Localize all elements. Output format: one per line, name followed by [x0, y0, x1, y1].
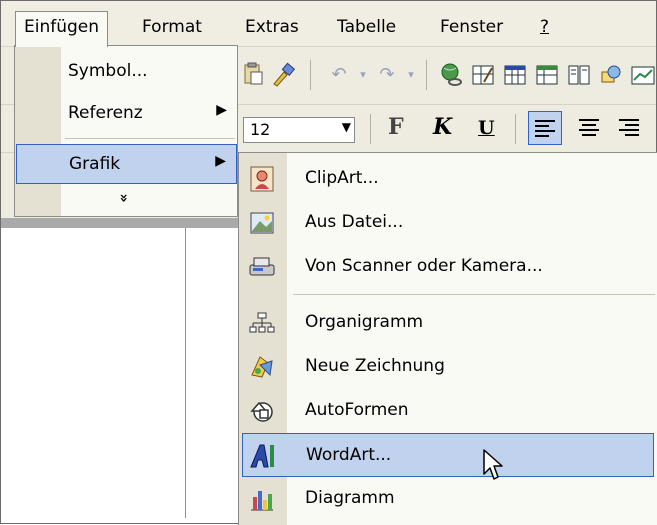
italic-button[interactable]: K [433, 114, 452, 140]
menu-format-label: Format [142, 17, 202, 37]
menu-item-symbol-label: Symbol... [68, 61, 148, 81]
align-left-icon [535, 117, 555, 140]
menu-extras[interactable]: Extras [239, 14, 305, 40]
toolbar-separator [426, 60, 427, 90]
submenu-item-neue-zeichnung[interactable]: Neue Zeichnung [242, 345, 654, 389]
menu-tabelle-label: Tabelle [337, 17, 397, 37]
undo-icon[interactable]: ↶ [326, 62, 352, 88]
clipart-icon [248, 165, 276, 193]
submenu-arrow-icon: ▶ [215, 153, 226, 169]
toolbar-separator [310, 60, 311, 90]
picture-file-icon [248, 209, 276, 237]
submenu-item-organigramm[interactable]: Organigramm [242, 301, 654, 345]
menu-item-grafik-label: Grafik [69, 154, 121, 174]
menu-help-label: ? [540, 17, 550, 37]
toolbar-separator [515, 114, 516, 144]
menu-tabelle[interactable]: Tabelle [331, 14, 402, 40]
underline-button[interactable]: U [478, 117, 495, 139]
submenu-item-autoformen-label: AutoFormen [305, 400, 409, 420]
align-left-button[interactable] [528, 111, 562, 145]
submenu-item-organigramm-label: Organigramm [305, 312, 424, 332]
drawing-toolbar-icon[interactable] [598, 62, 624, 88]
chevron-down-icon[interactable]: ▼ [342, 120, 351, 134]
submenu-item-diagramm-label: Diagramm [305, 488, 395, 508]
bold-button[interactable]: F [388, 114, 404, 140]
tables-borders-icon[interactable] [470, 62, 496, 88]
submenu-item-scanner[interactable]: Von Scanner oder Kamera... [242, 245, 654, 289]
menu-extras-label: Extras [245, 17, 299, 37]
mouse-cursor-icon [482, 448, 506, 487]
submenu-arrow-icon: ▶ [216, 102, 227, 118]
scanner-icon [248, 253, 276, 281]
menu-item-referenz-label: Referenz [68, 103, 143, 123]
autoshapes-icon [248, 397, 276, 425]
toolbar-separator [370, 114, 371, 144]
submenu-item-autoformen[interactable]: AutoFormen [242, 389, 654, 433]
submenu-item-wordart[interactable]: WordArt... [242, 433, 654, 477]
menu-separator [293, 294, 655, 295]
submenu-item-aus-datei[interactable]: Aus Datei... [242, 201, 654, 245]
font-size-combobox[interactable]: 12 ▼ [243, 117, 355, 143]
submenu-item-diagramm[interactable]: Diagramm [242, 477, 654, 521]
redo-dropdown-icon[interactable]: ▾ [398, 62, 424, 88]
picture-submenu: ClipArt... Aus Datei... Von Scanner oder… [238, 152, 657, 525]
undo-dropdown-icon[interactable]: ▾ [350, 62, 376, 88]
submenu-item-clipart[interactable]: ClipArt... [242, 157, 654, 201]
menu-einfuegen-label: Einfügen [24, 17, 100, 37]
menu-fenster-label: Fenster [440, 17, 504, 37]
menu-item-referenz[interactable]: Referenz ▶ [16, 94, 237, 134]
submenu-item-wordart-label: WordArt... [306, 445, 392, 465]
chart-icon [248, 485, 276, 513]
insert-excel-icon[interactable] [534, 62, 560, 88]
submenu-item-aus-datei-label: Aus Datei... [305, 212, 404, 232]
redo-icon[interactable]: ↷ [374, 62, 400, 88]
menu-item-symbol[interactable]: Symbol... [16, 52, 237, 92]
menu-item-grafik[interactable]: Grafik ▶ [16, 144, 237, 184]
align-center-button[interactable] [576, 115, 602, 141]
page-edge-line [185, 228, 186, 518]
paste-icon[interactable] [240, 62, 266, 88]
expand-menu-icon[interactable]: » [116, 193, 132, 202]
menu-bar: Einfügen Format Extras Tabelle Fenster ? [1, 1, 656, 47]
font-size-value: 12 [250, 120, 271, 139]
format-painter-icon[interactable] [270, 62, 296, 88]
columns-icon[interactable] [566, 62, 592, 88]
insert-menu: Symbol... Referenz ▶ Grafik ▶ » [14, 45, 238, 217]
submenu-item-clipart-label: ClipArt... [305, 168, 379, 188]
menu-einfuegen[interactable]: Einfügen [15, 11, 109, 47]
wordart-icon [249, 442, 277, 470]
submenu-item-neue-zeichnung-label: Neue Zeichnung [305, 356, 445, 376]
chart-toolbar-icon[interactable] [630, 62, 656, 88]
menu-fenster[interactable]: Fenster [434, 14, 509, 40]
drawing-icon [248, 353, 276, 381]
align-center-icon [579, 116, 599, 139]
org-chart-icon [248, 309, 276, 337]
menu-format[interactable]: Format [136, 14, 208, 40]
align-right-icon [619, 116, 639, 139]
submenu-item-scanner-label: Von Scanner oder Kamera... [305, 256, 543, 276]
insert-table-icon[interactable] [502, 62, 528, 88]
menu-help[interactable]: ? [534, 14, 555, 40]
hyperlink-icon[interactable] [438, 62, 464, 88]
align-right-button[interactable] [616, 115, 642, 141]
menu-separator [65, 138, 235, 139]
